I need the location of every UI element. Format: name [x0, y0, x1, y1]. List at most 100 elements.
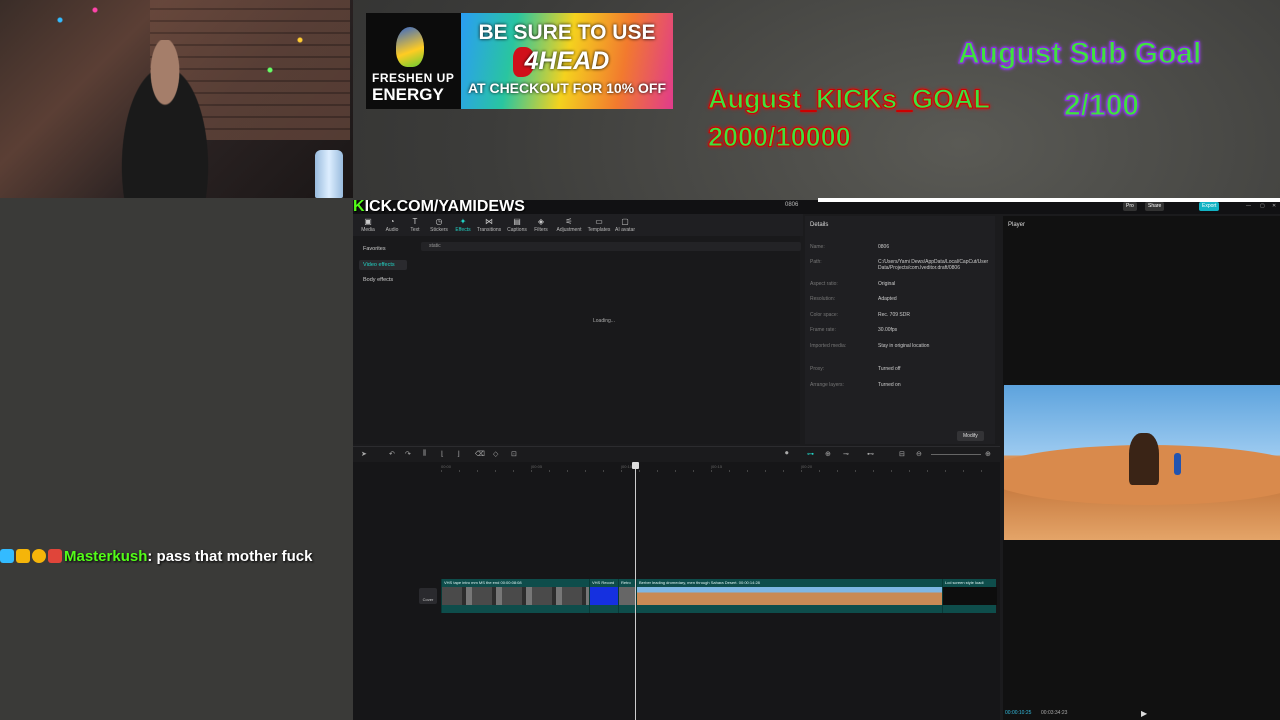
clip-label: VHS Record — [592, 580, 615, 585]
maximize-icon[interactable]: ▢ — [1257, 202, 1268, 211]
clip-thumbnails — [442, 587, 590, 605]
detail-value: Adapted — [878, 296, 897, 302]
zoom-in-icon[interactable]: ⊕ — [985, 450, 991, 458]
detail-key: Proxy: — [810, 366, 825, 372]
delete-icon[interactable]: ⌫ — [475, 450, 485, 458]
tab-media[interactable]: ▣ Media — [355, 217, 381, 233]
sidebar-item-body-effects[interactable]: Body effects — [359, 275, 407, 285]
video-editor-window: 0806 Pro Share Export — ▢ ✕ ▣ Media ◔ Audi… — [353, 200, 1280, 720]
promo-panel: BE SURE TO USE 4HEAD AT CHECKOUT FOR 10%… — [461, 13, 673, 109]
templates-icon: ▭ — [595, 217, 603, 226]
tab-transitions[interactable]: ⋈ Transitions — [476, 217, 502, 233]
channel-url: KICK.COM/YAMIDEWS — [353, 198, 525, 216]
captions-icon: ▤ — [513, 217, 521, 226]
player-header: Player — [1008, 222, 1026, 228]
playhead-handle[interactable] — [632, 462, 639, 469]
crop-icon[interactable]: ⊡ — [511, 450, 517, 458]
text-icon: T — [412, 217, 418, 226]
chat-background — [0, 198, 353, 720]
snap-icon[interactable]: ⊷ — [867, 450, 874, 458]
mic-icon[interactable]: ⏺ — [785, 450, 789, 458]
clip-thumbnails — [943, 587, 997, 605]
chat-username[interactable]: Masterkush — [64, 548, 147, 565]
share-button[interactable]: Share — [1145, 202, 1165, 211]
video-preview[interactable] — [1004, 385, 1280, 540]
chat-colon: : — [147, 548, 157, 565]
tab-effects-label: Effects — [455, 227, 471, 233]
timeline-clip[interactable]: Lcd screen style loadi — [942, 579, 997, 613]
tab-ai-avatar-label: AI avatar — [614, 227, 635, 233]
clip-label: Retro — [621, 580, 631, 585]
preview-axis-icon[interactable]: ⊸ — [843, 450, 849, 458]
undo-icon[interactable]: ↶ — [389, 450, 395, 458]
tab-filters[interactable]: ◈ Filters — [528, 217, 554, 233]
close-icon[interactable]: ✕ — [1269, 202, 1279, 211]
camel — [1129, 433, 1159, 485]
marker-icon[interactable]: ◇ — [493, 450, 498, 458]
zoom-out-icon[interactable]: ⊖ — [916, 450, 922, 458]
tab-captions[interactable]: ▤ Captions — [504, 217, 530, 233]
tab-text-label: Text — [410, 227, 420, 233]
cover-button[interactable]: Cover — [419, 588, 437, 604]
timeline-clip[interactable]: VHS Record — [589, 579, 619, 613]
play-icon[interactable]: ▶ — [1141, 709, 1147, 718]
redo-icon[interactable]: ↷ — [405, 450, 411, 458]
ruler-label: |00:10 — [621, 464, 633, 469]
detail-row: Resolution: Adapted — [810, 296, 995, 302]
sub-badge-icon — [32, 549, 46, 563]
berber-man — [1174, 453, 1181, 475]
tab-text[interactable]: T Text — [402, 217, 428, 233]
main-toolbar: ▣ Media ◔ Audio T Text ◷ Stickers ✦ Effects ⋈… — [353, 214, 803, 236]
tab-effects[interactable]: ✦ Effects — [450, 217, 476, 233]
sidebar-item-favorites[interactable]: Favorites — [359, 244, 407, 254]
magnet-icon[interactable]: ⊕ — [825, 450, 831, 458]
detail-value: Rec. 709 SDR — [878, 312, 910, 318]
tab-adjustment[interactable]: ⚟ Adjustment — [556, 217, 582, 233]
freshen-up-logo-icon — [396, 27, 424, 67]
clip-label: Lcd screen style loadi — [945, 580, 984, 585]
detail-row: Frame rate: 30.00fps — [810, 327, 995, 333]
kicks-goal-label: August_KICKs_GOAL — [707, 84, 991, 115]
details-panel: Details Name: 0806 Path: C:/Users/Yami Dew… — [805, 216, 995, 444]
minimize-icon[interactable]: — — [1243, 202, 1254, 211]
timeline-clip[interactable]: Berber leading dromedary, men through Sa… — [636, 579, 943, 613]
current-timecode: 00:00:10:25 — [1005, 710, 1032, 716]
tab-adjustment-label: Adjustment — [556, 227, 582, 233]
export-button[interactable]: Export — [1199, 202, 1220, 211]
player-panel: Player — [1003, 216, 1280, 386]
chat-message: Masterkush: pass that mother fuck — [0, 548, 353, 580]
ai-avatar-icon: ▢ — [621, 217, 629, 226]
overlay-divider — [818, 198, 1280, 202]
search-input[interactable]: static — [421, 242, 801, 251]
tab-ai-avatar[interactable]: ▢ AI avatar — [612, 217, 638, 233]
timeline-clip[interactable]: VHS tape intro mm MS the end 00:00:08:08 — [441, 579, 590, 613]
tab-stickers-label: Stickers — [430, 227, 448, 233]
select-tool-icon[interactable]: ➤ — [361, 450, 367, 458]
tab-media-label: Media — [361, 227, 375, 233]
link-icon[interactable]: ⊶ — [807, 450, 814, 458]
detail-row: Name: 0806 — [810, 244, 995, 250]
gift-badge-icon — [48, 549, 62, 563]
tab-templates[interactable]: ▭ Templates — [586, 217, 612, 233]
tab-stickers[interactable]: ◷ Stickers — [426, 217, 452, 233]
detail-key: Aspect ratio: — [810, 281, 838, 287]
modify-button[interactable]: Modify — [957, 431, 984, 441]
detail-row: Arrange layers: Turned on — [810, 382, 995, 388]
split-icon[interactable]: ⫼ — [423, 450, 426, 458]
split-right-icon[interactable]: ⌋ — [457, 450, 460, 458]
tab-filters-label: Filters — [534, 227, 548, 233]
stickers-icon: ◷ — [435, 217, 443, 226]
ruler-label: |00:15 — [711, 464, 723, 469]
zoom-slider[interactable] — [931, 454, 981, 455]
timeline-playhead[interactable] — [635, 465, 636, 720]
pro-button[interactable]: Pro — [1123, 202, 1137, 211]
detail-value: 30.00fps — [878, 327, 898, 333]
media-icon: ▣ — [364, 217, 372, 226]
timeline-toolbar: ➤ ↶ ↷ ⫼ ⌊ ⌋ ⌫ ◇ ⊡ ⏺ ⊶ ⊕ ⊸ ⊷ ⊟ ⊖ ⊕ — [353, 446, 1000, 463]
sponsor-logo-panel: FRESHEN UP ENERGY — [366, 13, 461, 109]
fit-icon[interactable]: ⊟ — [899, 450, 905, 458]
channel-url-rest: ICK.COM/YAMIDEWS — [364, 198, 525, 215]
split-left-icon[interactable]: ⌊ — [441, 450, 444, 458]
sidebar-item-video-effects[interactable]: Video effects — [359, 260, 407, 270]
clip-label: Berber leading dromedary, men through Sa… — [639, 580, 760, 585]
